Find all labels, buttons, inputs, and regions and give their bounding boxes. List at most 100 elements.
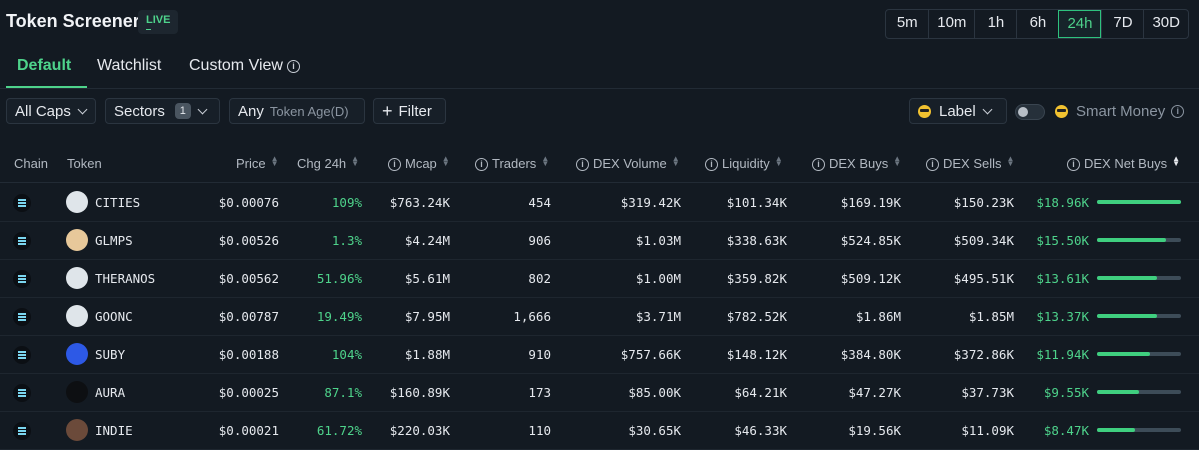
net-buys-bar [1097, 390, 1181, 394]
column-liquidity[interactable]: i Liquidity ▲ ▼ [705, 155, 783, 171]
column-chg-24h[interactable]: Chg 24h ▲ ▼ [297, 155, 359, 172]
column-dex-sells[interactable]: i DEX Sells ▲ ▼ [926, 155, 1014, 171]
info-icon[interactable]: i [926, 158, 939, 171]
net-buys-cell: $15.50K [1036, 233, 1089, 248]
tab-default[interactable]: Default [17, 57, 71, 75]
sectors-dropdown[interactable]: Sectors 1 [105, 98, 220, 124]
column-dex-net-buys[interactable]: i DEX Net Buys ▲ ▼ [1067, 154, 1181, 171]
view-tabs: Default Watchlist Custom View i [0, 44, 1199, 89]
column-chain: Chain [14, 156, 48, 171]
column-volume-label: DEX Volume [593, 156, 667, 171]
net-buys-bar [1097, 428, 1181, 432]
column-traders[interactable]: i Traders ▲ ▼ [475, 154, 550, 171]
net-buys-bar-fill [1097, 200, 1181, 204]
token-age-filter[interactable]: Any Token Age(D) [229, 98, 365, 124]
tab-custom-view[interactable]: Custom View i [189, 57, 300, 75]
info-icon[interactable]: i [705, 158, 718, 171]
solana-chain-icon [13, 232, 31, 250]
buys-cell: $384.80K [840, 347, 901, 362]
label-dropdown[interactable]: Label [909, 98, 1007, 124]
price-cell: $0.00787 [218, 309, 279, 324]
chevron-down-icon [982, 104, 993, 114]
buys-cell: $169.19K [840, 195, 901, 210]
caps-dropdown[interactable]: All Caps [6, 98, 96, 124]
mcap-cell: $7.95M [404, 309, 450, 324]
table-row[interactable]: THERANOS $0.00562 51.96% $5.61M 802 $1.00M $35… [0, 259, 1199, 298]
info-icon[interactable]: i [812, 158, 825, 171]
info-icon[interactable]: i [1171, 105, 1185, 118]
column-dex-buys[interactable]: i DEX Buys ▲ ▼ [812, 155, 901, 171]
column-price[interactable]: Price ▲ ▼ [236, 154, 279, 172]
table-row[interactable]: SUBY $0.00188 104% $1.88M 910 $757.66K $148.12… [0, 335, 1199, 374]
column-traders-label: Traders [492, 156, 537, 171]
timeframe-selector: 5m 10m 1h 6h 24h 7D 30D [885, 9, 1189, 39]
sort-icon: ▲ ▼ [671, 154, 680, 168]
timeframe-30d[interactable]: 30D [1143, 10, 1188, 38]
filter-button[interactable]: + Filter [373, 98, 446, 124]
volume-cell: $3.71M [635, 309, 681, 324]
buys-cell: $47.27K [848, 385, 901, 400]
price-cell: $0.00526 [218, 233, 279, 248]
column-token: Token [67, 156, 102, 171]
solana-chain-icon [13, 270, 31, 288]
smart-money-label: Smart Money i [1055, 103, 1185, 120]
table-row[interactable]: INDIE $0.00021 61.72% $220.03K 110 $30.65K $46… [0, 411, 1199, 450]
net-buys-bar-fill [1097, 238, 1166, 242]
timeframe-7d[interactable]: 7D [1101, 10, 1143, 38]
chevron-down-icon [197, 104, 208, 114]
top-bar: Token Screener LIVE 5m 10m 1h 6h 24h 7D … [0, 0, 1199, 44]
net-buys-bar [1097, 276, 1181, 280]
info-icon[interactable]: i [286, 60, 300, 73]
table-row[interactable]: GOONC $0.00787 19.49% $7.95M 1,666 $3.71M $782… [0, 297, 1199, 336]
table-row[interactable]: CITIES $0.00076 109% $763.24K 454 $319.42K $10… [0, 183, 1199, 222]
aura-icon [66, 381, 88, 403]
info-icon[interactable]: i [388, 158, 401, 171]
sells-cell: $495.51K [953, 271, 1014, 286]
caps-dropdown-label: All Caps [15, 102, 71, 120]
column-mcap-label: Mcap [405, 156, 437, 171]
sort-icon: ▲ ▼ [541, 154, 550, 168]
timeframe-24h[interactable]: 24h [1058, 10, 1102, 38]
tab-watchlist[interactable]: Watchlist [97, 57, 161, 75]
timeframe-5m[interactable]: 5m [886, 10, 928, 38]
column-mcap[interactable]: i Mcap ▲ ▼ [388, 155, 450, 171]
price-cell: $0.00025 [218, 385, 279, 400]
volume-cell: $319.42K [620, 195, 681, 210]
sort-icon: ▲ ▼ [1172, 154, 1181, 168]
smart-money-toggle[interactable] [1015, 104, 1045, 120]
net-buys-bar [1097, 314, 1181, 318]
net-buys-bar-fill [1097, 276, 1158, 280]
sort-icon: ▲ ▼ [270, 154, 279, 168]
timeframe-10m[interactable]: 10m [928, 10, 974, 38]
chevron-down-icon [77, 104, 88, 114]
net-buys-bar [1097, 238, 1181, 242]
column-dex-volume[interactable]: i DEX Volume ▲ ▼ [576, 154, 680, 171]
solana-chain-icon [13, 422, 31, 440]
liquidity-cell: $64.21K [734, 385, 787, 400]
column-net-label: DEX Net Buys [1084, 156, 1168, 171]
sells-cell: $150.23K [953, 195, 1014, 210]
filter-bar: All Caps Sectors 1 Any Token Age(D) + Fil… [0, 96, 1199, 128]
info-icon[interactable]: i [475, 158, 488, 171]
suby-icon [66, 343, 88, 365]
table-row[interactable]: GLMPS $0.00526 1.3% $4.24M 906 $1.03M $338.63K… [0, 221, 1199, 260]
net-buys-cell: $8.47K [1043, 423, 1089, 438]
price-cell: $0.00021 [218, 423, 279, 438]
change-cell: 1.3% [331, 233, 362, 248]
net-buys-bar-fill [1097, 428, 1135, 432]
traders-cell: 1,666 [513, 309, 551, 324]
volume-cell: $1.03M [635, 233, 681, 248]
token-name: GLMPS [95, 233, 133, 248]
timeframe-6h[interactable]: 6h [1016, 10, 1058, 38]
sunglasses-icon [918, 104, 931, 118]
column-buys-label: DEX Buys [829, 156, 889, 171]
info-icon[interactable]: i [576, 158, 589, 171]
label-dropdown-label: Label [939, 102, 976, 120]
volume-cell: $85.00K [628, 385, 681, 400]
table-row[interactable]: AURA $0.00025 87.1% $160.89K 173 $85.00K $64.2… [0, 373, 1199, 412]
info-icon[interactable]: i [1067, 158, 1080, 171]
buys-cell: $1.86M [855, 309, 901, 324]
traders-cell: 454 [528, 195, 551, 210]
traders-cell: 802 [528, 271, 551, 286]
timeframe-1h[interactable]: 1h [974, 10, 1016, 38]
